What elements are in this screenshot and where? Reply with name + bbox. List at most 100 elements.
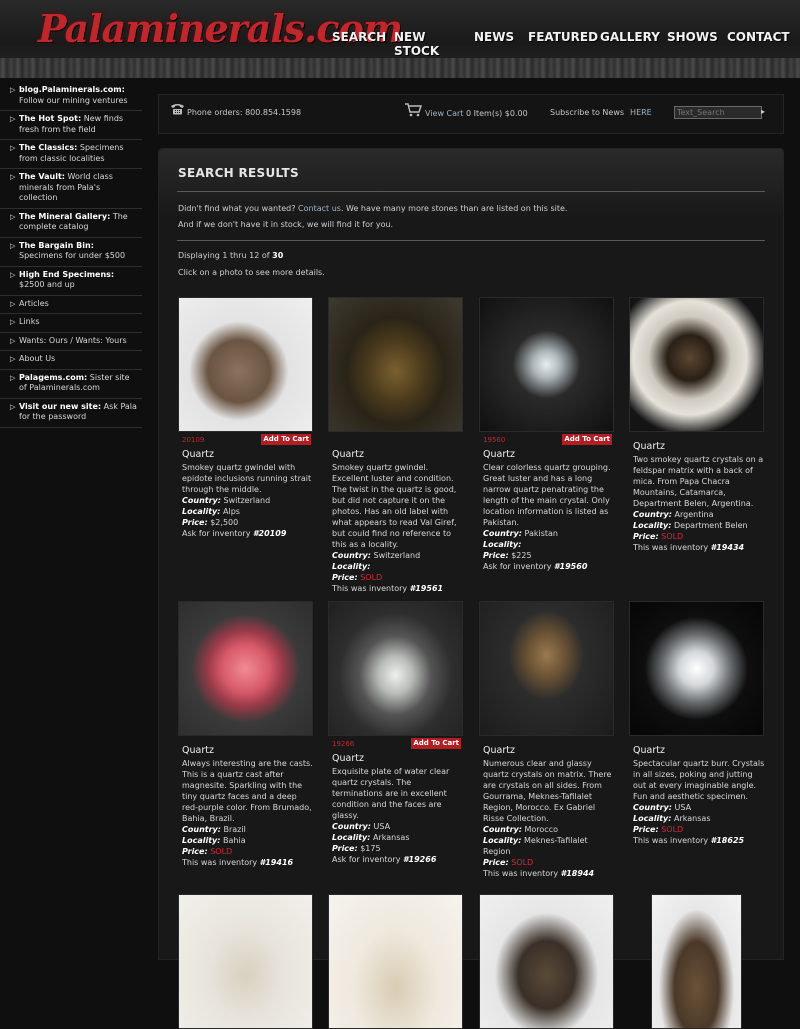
header-stone-strip xyxy=(0,58,800,78)
country-label: Country: xyxy=(182,825,221,834)
product-price: Price: $2,500 xyxy=(182,517,314,528)
inventory-number-small: 19560 xyxy=(483,436,506,444)
search-input[interactable] xyxy=(674,106,762,119)
product-description: Two smokey quartz crystals on a feldspar… xyxy=(633,455,764,508)
price-label: Price: xyxy=(332,844,358,853)
sidebar-item-classics[interactable]: ▷ The Classics: Specimens from classic lo… xyxy=(0,140,142,169)
product-price: Price: SOLD xyxy=(633,531,765,542)
sidebar-item-bargain-bin[interactable]: ▷ The Bargain Bin: Specimens for under $5… xyxy=(0,238,142,267)
product-photo[interactable] xyxy=(651,894,742,1029)
nav-search[interactable]: SEARCH xyxy=(332,26,394,50)
add-to-cart-button[interactable]: Add To Cart xyxy=(411,738,461,749)
locality-label: Locality: xyxy=(332,833,371,842)
product-photo[interactable] xyxy=(178,894,313,1029)
product-price: Price: $175 xyxy=(332,843,464,854)
subscribe-label: Subscribe to News xyxy=(550,108,625,117)
country-value: Argentina xyxy=(674,510,714,519)
sidebar-item-hot-spot[interactable]: ▷ The Hot Spot: New finds fresh from the … xyxy=(0,111,142,140)
country-value: USA xyxy=(674,803,692,812)
view-cart-link[interactable]: View Cart 0 Item(s) $0.00 xyxy=(425,109,528,118)
product-price: Price: SOLD xyxy=(633,824,765,835)
locality-label: Locality: xyxy=(633,521,672,530)
sidebar-item-mineral-gallery[interactable]: ▷ The Mineral Gallery: The complete catal… xyxy=(0,209,142,238)
inventory-label: Ask for inventory xyxy=(182,529,251,538)
sidebar-item-new-site[interactable]: ▷ Visit our new site: Ask Pala for the pa… xyxy=(0,399,142,428)
product-photo[interactable] xyxy=(479,894,614,1029)
inventory-label: This was inventory xyxy=(483,869,559,878)
sidebar-item-high-end[interactable]: ▷ High End Specimens: $2500 and up xyxy=(0,267,142,296)
sidebar-item-title: Palagems.com: xyxy=(19,372,88,382)
product-inventory: This was inventory #19434 xyxy=(633,542,765,553)
product-photo[interactable] xyxy=(328,601,463,736)
product-name[interactable]: Quartz xyxy=(182,449,314,461)
inventory-number: #19416 xyxy=(259,858,294,867)
subscribe-news: Subscribe to News HERE xyxy=(550,108,652,117)
product-photo[interactable] xyxy=(629,601,764,736)
phone-orders-text: Phone orders: 800.854.1598 xyxy=(187,108,302,117)
inventory-number: #20109 xyxy=(252,529,287,538)
product-country: Country: Argentina xyxy=(633,509,765,520)
locality-label: Locality: xyxy=(332,562,371,571)
price-value: SOLD xyxy=(661,532,684,541)
site-header: Palaminerals.com SEARCH NEW STOCK NEWS F… xyxy=(0,0,800,78)
product-name[interactable]: Quartz xyxy=(182,745,314,757)
product-photo[interactable] xyxy=(479,601,614,736)
sidebar-item-blog[interactable]: ▷ blog.Palaminerals.com: Follow our minin… xyxy=(0,82,142,111)
divider xyxy=(177,240,765,241)
product-name[interactable]: Quartz xyxy=(332,753,464,765)
sidebar-item-articles[interactable]: ▷ Articles xyxy=(0,296,142,314)
product-name[interactable]: Quartz xyxy=(332,449,464,461)
search-go-arrow-icon[interactable]: ▸ xyxy=(761,107,765,116)
product-name[interactable]: Quartz xyxy=(633,745,765,757)
results-count-prefix: Displaying 1 thru 12 of xyxy=(178,251,273,260)
add-to-cart-button[interactable]: Add To Cart xyxy=(261,434,311,445)
product-tag-row: 20109 Add To Cart xyxy=(178,433,314,447)
price-value: SOLD xyxy=(661,825,684,834)
country-label: Country: xyxy=(633,803,672,812)
sidebar-item-links[interactable]: ▷ Links xyxy=(0,314,142,333)
product-photo[interactable] xyxy=(629,297,764,432)
product-inventory: Ask for inventory #20109 xyxy=(182,528,314,539)
utility-bar: Phone orders: 800.854.1598 View Cart 0 I… xyxy=(158,94,784,134)
nav-news[interactable]: NEWS xyxy=(474,26,528,50)
sidebar-item-text: Articles xyxy=(19,298,49,308)
subscribe-link[interactable]: HERE xyxy=(630,108,652,117)
nav-shows[interactable]: SHOWS xyxy=(667,26,727,50)
page-title: SEARCH RESULTS xyxy=(178,166,299,180)
triangle-right-icon: ▷ xyxy=(10,212,16,221)
not-found-message: Didn't find what you wanted? Contact us.… xyxy=(178,204,567,213)
sidebar-item-text: Links xyxy=(19,317,40,326)
locality-label: Locality: xyxy=(483,540,522,549)
nav-gallery[interactable]: GALLERY xyxy=(600,26,667,50)
shopping-cart-icon[interactable] xyxy=(404,103,422,117)
nav-new-stock[interactable]: NEW STOCK xyxy=(394,26,474,58)
contact-us-link[interactable]: Contact us xyxy=(298,204,341,213)
sidebar-item-wants[interactable]: ▷ Wants: Ours / Wants: Yours xyxy=(0,333,142,351)
triangle-right-icon: ▷ xyxy=(10,270,16,279)
locality-value: Arkansas xyxy=(674,814,711,823)
triangle-right-icon: ▷ xyxy=(10,336,16,345)
add-to-cart-button[interactable]: Add To Cart xyxy=(562,434,612,445)
product-country: Country: USA xyxy=(332,821,464,832)
product-photo[interactable] xyxy=(328,297,463,432)
product-name[interactable]: Quartz xyxy=(483,449,615,461)
country-value: Pakistan xyxy=(524,529,559,538)
country-label: Country: xyxy=(332,551,371,560)
nav-featured[interactable]: FEATURED xyxy=(528,26,600,50)
not-found-prefix: Didn't find what you wanted? xyxy=(178,204,299,213)
sidebar-item-about-us[interactable]: ▷ About Us xyxy=(0,351,142,370)
price-label: Price: xyxy=(633,825,659,834)
product-photo[interactable] xyxy=(328,894,463,1029)
nav-contact[interactable]: CONTACT xyxy=(727,26,790,50)
main-nav: SEARCH NEW STOCK NEWS FEATURED GALLERY S… xyxy=(332,26,790,58)
sidebar-item-vault[interactable]: ▷ The Vault: World class minerals from Pa… xyxy=(0,169,142,209)
product-name[interactable]: Quartz xyxy=(483,745,615,757)
product-photo[interactable] xyxy=(178,601,313,736)
country-value: USA xyxy=(373,822,391,831)
product-name[interactable]: Quartz xyxy=(633,441,765,453)
product-photo[interactable] xyxy=(178,297,313,432)
product-photo[interactable] xyxy=(479,297,614,432)
sidebar-item-palagems[interactable]: ▷ Palagems.com: Sister site of Palaminera… xyxy=(0,370,142,399)
country-label: Country: xyxy=(332,822,371,831)
triangle-right-icon: ▷ xyxy=(10,402,16,411)
